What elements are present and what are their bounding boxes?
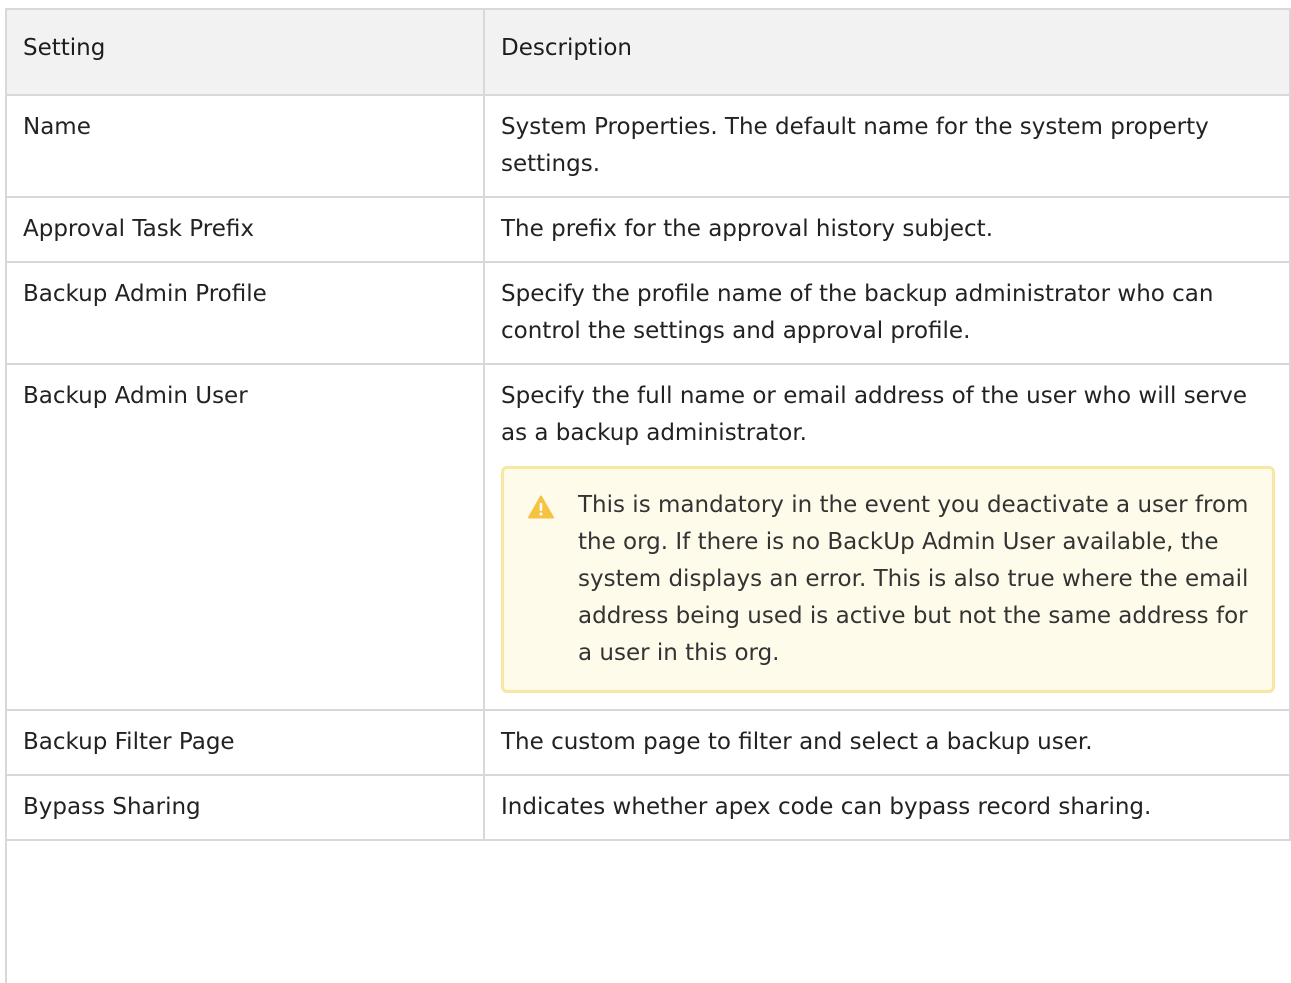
setting-name-cell: Backup Filter Page: [5, 709, 485, 776]
warning-icon: [528, 495, 554, 519]
description-cell: Specify the full name or email address o…: [483, 363, 1291, 711]
description-cell: Specify the profile name of the backup a…: [483, 261, 1291, 365]
table-row: Backup Admin Profile Specify the profile…: [5, 261, 1291, 365]
table-row: Name System Properties. The default name…: [5, 94, 1291, 198]
header-setting: Setting: [5, 8, 485, 96]
table-left-border: [5, 8, 7, 983]
description-cell: Indicates whether apex code can bypass r…: [483, 774, 1291, 841]
description-cell: The custom page to filter and select a b…: [483, 709, 1291, 776]
table-row: Approval Task Prefix The prefix for the …: [5, 196, 1291, 263]
table-row: Backup Admin User Specify the full name …: [5, 363, 1291, 711]
setting-name-cell: Name: [5, 94, 485, 198]
description-text: Specify the full name or email address o…: [501, 383, 1248, 446]
table-row: Backup Filter Page The custom page to fi…: [5, 709, 1291, 776]
setting-name-cell: Bypass Sharing: [5, 774, 485, 841]
description-cell: System Properties. The default name for …: [483, 94, 1291, 198]
warning-note: This is mandatory in the event you deact…: [501, 466, 1275, 693]
warning-note-text: This is mandatory in the event you deact…: [578, 492, 1249, 666]
settings-table: Setting Description Name System Properti…: [5, 8, 1291, 841]
setting-name-cell: Backup Admin Profile: [5, 261, 485, 365]
description-cell: The prefix for the approval history subj…: [483, 196, 1291, 263]
setting-name-cell: Approval Task Prefix: [5, 196, 485, 263]
header-description: Description: [483, 8, 1291, 96]
table-row: Bypass Sharing Indicates whether apex co…: [5, 774, 1291, 841]
setting-name-cell: Backup Admin User: [5, 363, 485, 711]
table-header-row: Setting Description: [5, 8, 1291, 96]
